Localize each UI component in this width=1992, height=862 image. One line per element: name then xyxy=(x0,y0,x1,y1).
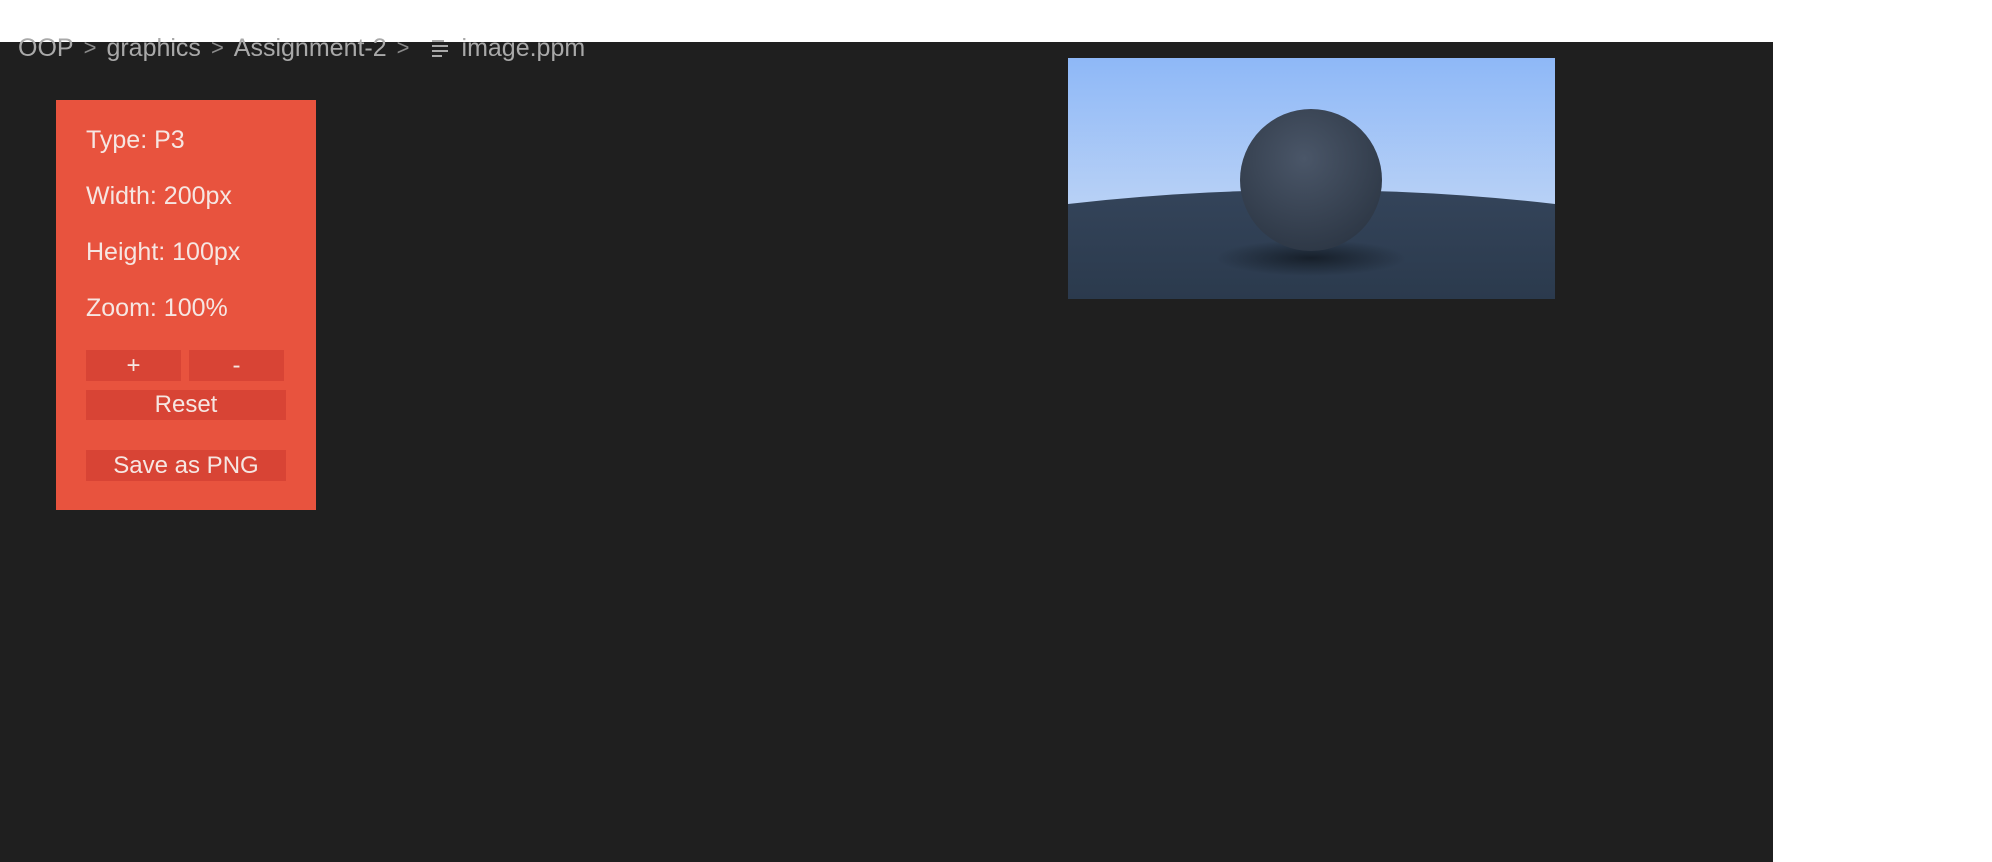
breadcrumb-item-oop[interactable]: OOP xyxy=(18,34,74,63)
lines-file-icon xyxy=(431,40,450,57)
chevron-right-icon: > xyxy=(210,35,224,60)
image-type-label: Type: P3 xyxy=(86,126,185,154)
image-width-label: Width: 200px xyxy=(86,182,232,210)
chevron-right-icon: > xyxy=(83,35,97,60)
image-info-panel: Type: P3 Width: 200px Height: 100px Zoom… xyxy=(56,100,316,510)
breadcrumb-item-assignment[interactable]: Assignment-2 xyxy=(234,34,387,63)
breadcrumb-item-graphics[interactable]: graphics xyxy=(106,34,201,63)
breadcrumb: OOP > graphics > Assignment-2 > image.pp… xyxy=(18,28,585,68)
breadcrumb-file-name[interactable]: image.ppm xyxy=(462,34,586,63)
save-as-png-button[interactable]: Save as PNG xyxy=(86,450,286,481)
rendered-scene-image xyxy=(1068,58,1555,299)
reset-zoom-button[interactable]: Reset xyxy=(86,390,286,420)
zoom-level-label: Zoom: 100% xyxy=(86,294,228,322)
image-height-label: Height: 100px xyxy=(86,238,241,266)
image-preview xyxy=(1068,58,1555,299)
chevron-right-icon: > xyxy=(396,35,410,60)
zoom-out-button[interactable]: - xyxy=(189,350,284,381)
zoom-in-button[interactable]: + xyxy=(86,350,181,381)
